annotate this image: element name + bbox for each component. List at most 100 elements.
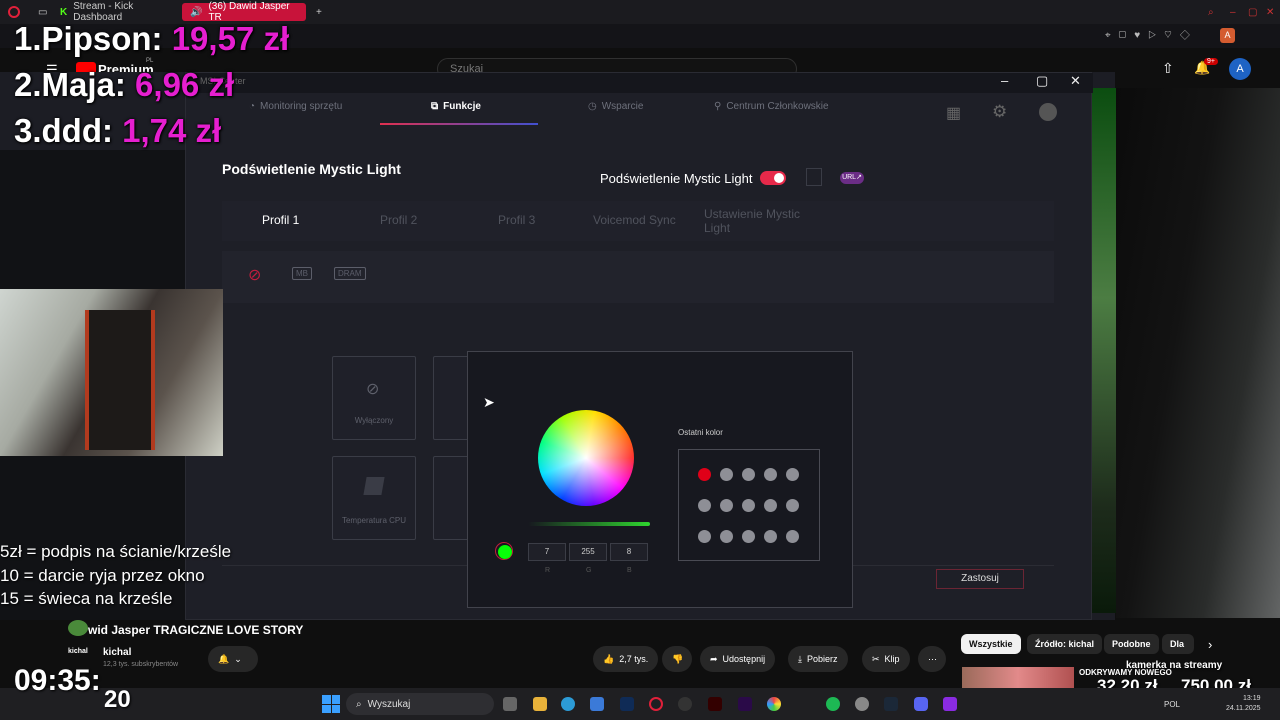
profile-icon[interactable]: A — [1220, 28, 1235, 43]
discord-icon[interactable] — [914, 697, 928, 711]
windows-start-icon[interactable] — [322, 695, 340, 713]
new-tab-button[interactable]: + — [308, 3, 330, 21]
minimize-icon[interactable]: – — [1001, 73, 1008, 88]
explorer-icon[interactable] — [533, 697, 547, 711]
subscriber-count: 12,3 tys. subskrybentów — [103, 661, 179, 668]
search-icon[interactable]: ⌕ — [1200, 3, 1222, 21]
mystic-light-toggle[interactable] — [760, 171, 786, 185]
toolbar-icons[interactable]: ⌖▢♥▷♡◇ — [1105, 30, 1198, 41]
opera-icon[interactable] — [649, 697, 663, 711]
tab-profil-1[interactable]: Profil 1 — [262, 213, 299, 227]
chip-source[interactable]: Źródło: kichal — [1027, 634, 1103, 654]
tab-profil-3[interactable]: Profil 3 — [498, 213, 535, 227]
g-label: G — [586, 567, 592, 574]
leader-name: 1.Pipson: — [14, 20, 163, 57]
device-mb[interactable]: MB — [292, 267, 312, 280]
video-background — [1092, 88, 1116, 613]
nav-centrum[interactable]: ⚲ Centrum Członkowskie — [714, 101, 829, 112]
recent-color-dot[interactable] — [742, 530, 755, 543]
close-icon[interactable]: ✕ — [1070, 73, 1081, 89]
brightness-slider[interactable] — [528, 522, 650, 526]
recent-color-dot[interactable] — [786, 530, 799, 543]
task-view-icon[interactable] — [503, 697, 517, 711]
edge-icon[interactable] — [561, 697, 575, 711]
avatar[interactable]: A — [1229, 58, 1251, 80]
disabled-icon: ⊘ — [366, 381, 380, 398]
leader-amount: 1,74 zł — [122, 112, 222, 149]
clock-date: 24.11.2025 — [1226, 705, 1261, 712]
illustrator-icon[interactable] — [708, 697, 722, 711]
maximize-icon[interactable]: ▢ — [1036, 73, 1048, 89]
recent-color-dot[interactable] — [720, 499, 733, 512]
more-icon: ⋯ — [928, 653, 937, 664]
color-wheel[interactable] — [538, 410, 634, 506]
recent-color-dot[interactable] — [786, 499, 799, 512]
like-button[interactable]: 👍 2,7 tys. — [593, 646, 659, 672]
language-indicator[interactable]: POL — [1164, 700, 1180, 709]
effect-off[interactable]: ⊘ Wyłączony — [332, 356, 416, 440]
recent-color-dot[interactable] — [698, 530, 711, 543]
stream-clock: 09:35: — [14, 664, 101, 697]
nav-wsparcie[interactable]: ◷ Wsparcie — [588, 101, 643, 112]
settings-icon[interactable] — [855, 697, 869, 711]
r-input[interactable]: 7 — [528, 543, 566, 561]
photoshop-icon[interactable] — [620, 697, 634, 711]
download-button[interactable]: ⤓ Pobierz — [788, 646, 848, 672]
grid-icon[interactable]: ▦ — [946, 103, 961, 123]
recent-color-dot[interactable] — [720, 530, 733, 543]
recent-color-dot[interactable] — [742, 468, 755, 481]
recent-color-dot[interactable] — [786, 468, 799, 481]
recent-color-dot[interactable] — [698, 468, 711, 481]
recommended-thumbnail[interactable] — [962, 667, 1074, 689]
chip-for-you[interactable]: Dla C — [1162, 634, 1194, 654]
emote-icon — [68, 620, 88, 636]
recent-color-dot[interactable] — [720, 468, 733, 481]
chevron-right-icon[interactable]: › — [1208, 637, 1212, 652]
recent-color-dot[interactable] — [764, 530, 777, 543]
premiere-icon[interactable] — [738, 697, 752, 711]
upload-icon[interactable]: ⇧ — [1162, 60, 1174, 77]
store-icon[interactable] — [590, 697, 604, 711]
chip-all[interactable]: Wszystkie — [961, 634, 1021, 654]
share-button[interactable]: ➦ Udostępnij — [700, 646, 776, 672]
support-icon: ◷ — [588, 101, 597, 112]
kamerka-overlay: kamerka na streamy — [1126, 660, 1223, 671]
gear-icon[interactable]: ⚙ — [992, 102, 1007, 122]
b-label: B — [627, 567, 632, 574]
tab-profil-2[interactable]: Profil 2 — [380, 213, 417, 227]
recent-color-dot[interactable] — [698, 499, 711, 512]
subscribe-bell-button[interactable]: 🔔 ⌄ — [208, 646, 258, 672]
url-badge[interactable]: URL↗ — [840, 172, 864, 184]
sync-icon[interactable] — [806, 168, 822, 186]
capcut-icon[interactable] — [678, 697, 692, 711]
recent-color-dot[interactable] — [764, 499, 777, 512]
clock-time: 13:19 — [1242, 695, 1261, 702]
nav-funkcje[interactable]: ⧉ Funkcje — [431, 101, 481, 112]
clip-button[interactable]: ✂ Klip — [862, 646, 910, 672]
system-clock[interactable]: 13:19 24.11.2025 — [1226, 694, 1261, 714]
leader-amount: 19,57 zł — [171, 20, 290, 57]
recent-color-dot[interactable] — [764, 468, 777, 481]
spotify-icon[interactable] — [826, 697, 840, 711]
apply-button[interactable]: Zastosuj — [936, 569, 1024, 589]
dislike-button[interactable]: 👎 — [662, 646, 692, 672]
tab-settings[interactable]: Ustawienie Mystic Light — [704, 207, 814, 235]
bell-icon: 🔔 — [218, 653, 230, 664]
close-icon[interactable]: ✕ — [1258, 3, 1280, 21]
link-icon[interactable]: ⊘ — [248, 265, 261, 285]
taskbar-search[interactable]: ⌕ Wyszukaj — [346, 693, 494, 715]
channel-name[interactable]: kichal — [103, 647, 131, 658]
steam-icon[interactable] — [884, 697, 898, 711]
effect-cpu-temp[interactable]: Temperatura CPU — [332, 456, 416, 540]
chrome-icon[interactable] — [767, 697, 781, 711]
account-icon[interactable] — [1039, 103, 1057, 121]
app-icon[interactable] — [943, 697, 957, 711]
device-dram[interactable]: DRAM — [334, 267, 366, 280]
b-input[interactable]: 8 — [610, 543, 648, 561]
tab-voicemod-sync[interactable]: Voicemod Sync — [593, 213, 676, 227]
g-input[interactable]: 255 — [569, 543, 607, 561]
recent-color-dot[interactable] — [742, 499, 755, 512]
more-button[interactable]: ⋯ — [918, 646, 946, 672]
cursor-icon: ➤ — [483, 394, 495, 410]
chip-related[interactable]: Podobne — [1104, 634, 1159, 654]
